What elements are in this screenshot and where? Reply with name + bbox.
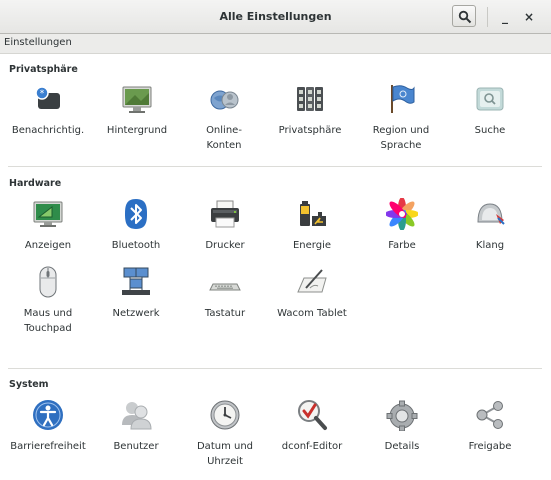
settings-item-label: Anzeigen: [24, 240, 72, 251]
settings-item-label: Privatsphäre: [278, 125, 342, 136]
settings-item-details[interactable]: Details: [358, 399, 446, 479]
section-divider: [8, 368, 542, 369]
settings-item-label: Benachrichtig.: [11, 125, 85, 136]
settings-item-label: Benutzer: [113, 441, 159, 452]
display-icon: [32, 198, 64, 230]
settings-item-region-language[interactable]: Region und Sprache: [357, 83, 445, 163]
users-icon: [120, 399, 152, 431]
search-settings-icon: [474, 83, 506, 115]
title-bar: Alle Einstellungen _ ×: [0, 0, 551, 34]
section-divider: [8, 166, 542, 167]
bluetooth-icon: [120, 198, 152, 230]
region-flag-icon: [385, 83, 417, 115]
online-accounts-icon: [208, 83, 240, 115]
settings-item-wacom-tablet[interactable]: Wacom Tablet: [268, 266, 356, 346]
settings-item-label: Suche: [474, 125, 506, 136]
clock-icon: [209, 399, 241, 431]
titlebar-separator: [487, 7, 488, 27]
settings-item-label: Details: [384, 441, 420, 452]
settings-item-background[interactable]: Hintergrund: [93, 83, 181, 163]
section-title-hardware: Hardware: [9, 178, 62, 189]
section-title-privacy: Privatsphäre: [9, 64, 78, 75]
settings-item-mouse-touchpad[interactable]: Maus und Touchpad: [4, 266, 92, 346]
section-title-system: System: [9, 379, 49, 390]
settings-item-label: Online- Konten: [206, 125, 242, 151]
settings-item-label: Hintergrund: [106, 125, 168, 136]
settings-item-label: Energie: [292, 240, 332, 251]
settings-item-label: Wacom Tablet: [277, 308, 347, 319]
color-icon: [386, 198, 418, 230]
settings-item-keyboard[interactable]: Tastatur: [181, 266, 269, 346]
search-icon: [458, 10, 472, 24]
settings-item-label: Klang: [475, 240, 505, 251]
settings-item-sharing[interactable]: Freigabe: [446, 399, 534, 479]
settings-item-label: Farbe: [388, 240, 416, 251]
settings-item-label: Bluetooth: [111, 240, 161, 251]
breadcrumb-bar: Einstellungen: [0, 34, 551, 54]
settings-item-label: Datum und Uhrzeit: [196, 441, 254, 467]
settings-item-label: Tastatur: [204, 308, 246, 319]
settings-item-label: dconf-Editor: [281, 441, 343, 452]
settings-item-online-accounts[interactable]: Online- Konten: [180, 83, 268, 163]
settings-item-color[interactable]: Farbe: [358, 198, 446, 278]
settings-item-dconf-editor[interactable]: dconf-Editor: [268, 399, 356, 479]
accessibility-icon: [32, 399, 64, 431]
settings-item-sound[interactable]: Klang: [446, 198, 534, 278]
settings-item-network[interactable]: Netzwerk: [92, 266, 180, 346]
notification-icon: *: [32, 83, 64, 115]
settings-item-label: Barrierefreiheit: [10, 441, 86, 452]
settings-item-label: Freigabe: [468, 441, 512, 452]
close-button[interactable]: ×: [519, 7, 539, 27]
settings-item-label: Region und Sprache: [372, 125, 430, 151]
keyboard-icon: [209, 266, 241, 298]
sound-icon: [474, 198, 506, 230]
wacom-tablet-icon: [296, 266, 328, 298]
minimize-button[interactable]: _: [495, 7, 515, 27]
svg-text:*: *: [40, 89, 45, 99]
settings-item-label: Netzwerk: [112, 308, 160, 319]
search-button[interactable]: [452, 5, 476, 27]
settings-item-notifications[interactable]: * Benachrichtig.: [4, 83, 92, 163]
power-icon: [296, 198, 328, 230]
close-icon: ×: [523, 10, 535, 24]
settings-item-privacy[interactable]: Privatsphäre: [266, 83, 354, 163]
settings-item-label: Drucker: [205, 240, 245, 251]
settings-item-accessibility[interactable]: Barrierefreiheit: [4, 399, 92, 479]
breadcrumb: Einstellungen: [4, 37, 72, 48]
network-icon: [120, 266, 152, 298]
privacy-icon: [294, 83, 326, 115]
settings-item-search[interactable]: Suche: [446, 83, 534, 163]
mouse-icon: [32, 266, 64, 298]
settings-item-label: Maus und Touchpad: [23, 308, 73, 334]
minimize-icon: _: [502, 10, 508, 24]
gear-icon: [386, 399, 418, 431]
settings-item-users[interactable]: Benutzer: [92, 399, 180, 479]
dconf-editor-icon: [296, 399, 328, 431]
share-icon: [474, 399, 506, 431]
printer-icon: [209, 198, 241, 230]
settings-item-date-time[interactable]: Datum und Uhrzeit: [181, 399, 269, 479]
background-icon: [121, 83, 153, 115]
